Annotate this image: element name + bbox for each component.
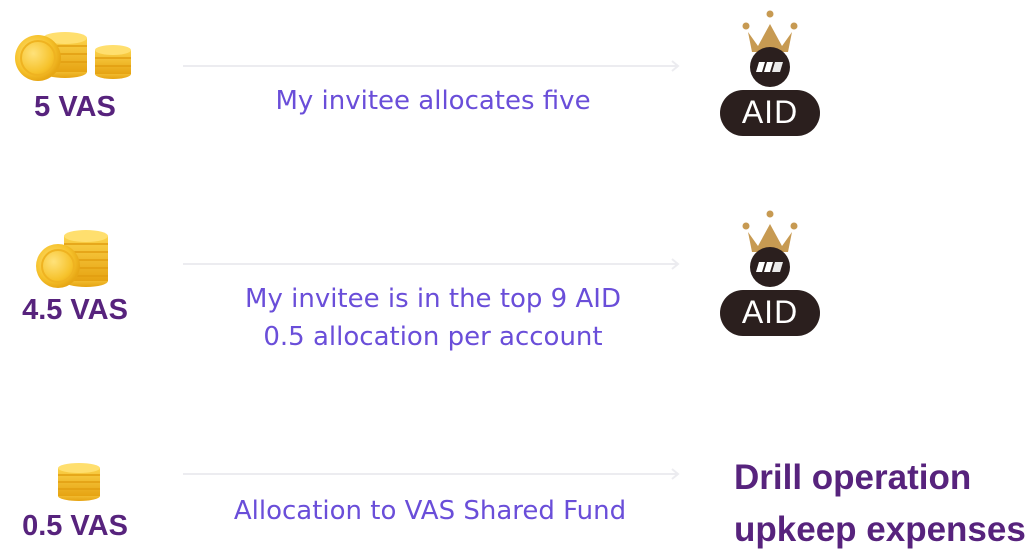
coin-stack-icon (58, 463, 100, 501)
amount-label: 5 VAS (34, 91, 116, 123)
description-line: My invitee is in the top 9 AID (245, 284, 621, 314)
upkeep-line: Drill operation (734, 458, 972, 497)
flow-description: Allocation to VAS Shared Fund (180, 492, 680, 530)
amount-label: 0.5 VAS (22, 510, 128, 542)
aid-badge-label: AID (741, 294, 799, 330)
coin-stack-icon (36, 230, 108, 288)
description-line: My invitee allocates five (275, 86, 591, 116)
flow-description: My invitee allocates five (183, 82, 683, 120)
amount-label: 4.5 VAS (22, 294, 128, 326)
arrow-line (183, 468, 680, 480)
arrow-line (183, 60, 680, 72)
aid-badge-label: AID (741, 94, 799, 130)
coin-stacks-icon (15, 32, 131, 81)
description-line: 0.5 allocation per account (263, 322, 603, 352)
aid-badge: AID (718, 210, 822, 338)
arrow-line (183, 258, 680, 270)
flow-description: My invitee is in the top 9 AID 0.5 alloc… (183, 280, 683, 356)
upkeep-line: upkeep expenses (734, 510, 1026, 549)
description-line: Allocation to VAS Shared Fund (233, 496, 627, 526)
upkeep-expenses-label: Drill operation upkeep expenses (734, 452, 1026, 556)
aid-badge: AID (718, 10, 822, 138)
